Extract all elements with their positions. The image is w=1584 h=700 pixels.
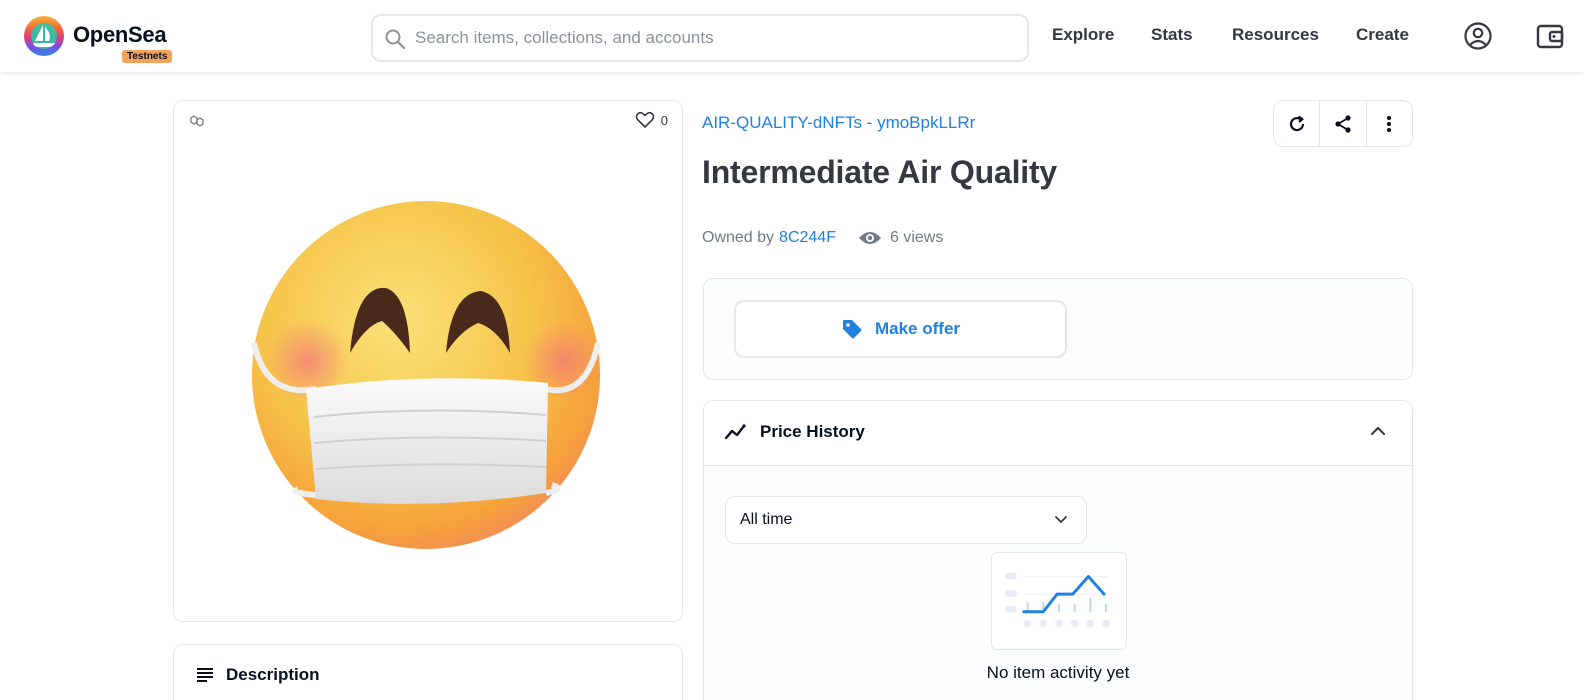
nav-create[interactable]: Create — [1356, 25, 1409, 45]
favorite-count: 0 — [660, 112, 668, 128]
asset-image-card: 0 — [173, 100, 683, 622]
heart-icon — [635, 111, 655, 128]
price-history-title: Price History — [760, 422, 865, 441]
refresh-metadata-button[interactable] — [1274, 101, 1321, 146]
brand-name[interactable]: OpenSea — [73, 22, 167, 48]
share-icon — [1335, 114, 1351, 133]
testnets-badge: Testnets — [122, 50, 173, 63]
description-icon — [197, 668, 213, 682]
tag-icon — [842, 320, 862, 339]
polygon-chain-icon[interactable] — [188, 113, 206, 129]
nav-stats[interactable]: Stats — [1151, 25, 1193, 45]
asset-action-group — [1273, 100, 1413, 147]
more-options-button[interactable] — [1367, 101, 1412, 146]
search-bar[interactable] — [371, 14, 1029, 62]
chevron-up-icon[interactable] — [1370, 425, 1386, 437]
mask-face-emoji-image — [251, 201, 604, 549]
eye-icon — [858, 232, 881, 244]
more-vertical-icon — [1387, 115, 1392, 132]
description-panel[interactable]: Description — [173, 644, 683, 700]
price-history-header[interactable]: Price History — [704, 401, 1412, 466]
account-icon[interactable] — [1463, 21, 1493, 51]
opensea-logo-icon[interactable] — [24, 16, 64, 56]
empty-chart-illustration — [991, 552, 1127, 650]
top-navigation-bar: OpenSea Testnets Explore Stats Resources… — [0, 0, 1584, 72]
time-range-value: All time — [740, 511, 793, 528]
trend-line-icon — [724, 424, 746, 440]
share-button[interactable] — [1320, 101, 1367, 146]
collection-link[interactable]: AIR-QUALITY-dNFTs - ymoBpkLLRr — [702, 113, 975, 133]
views-label: 6 views — [889, 229, 944, 246]
no-activity-message: No item activity yet — [986, 663, 1130, 682]
owner-row: Owned by 8C244F 6 views — [702, 229, 943, 247]
nav-explore[interactable]: Explore — [1052, 25, 1114, 45]
owned-by-label: Owned by — [702, 229, 775, 246]
views-count: 6 views — [858, 229, 943, 247]
search-icon — [385, 29, 406, 50]
make-offer-label: Make offer — [874, 319, 961, 338]
price-history-panel: Price History All time No item activity … — [703, 400, 1413, 700]
favorite-button[interactable]: 0 — [635, 111, 668, 129]
make-offer-button[interactable]: Make offer — [734, 300, 1067, 358]
chevron-down-icon — [1055, 516, 1067, 523]
refresh-icon — [1289, 115, 1304, 131]
time-range-select[interactable]: All time — [725, 496, 1087, 544]
description-title: Description — [226, 665, 320, 684]
offer-panel: Make offer — [703, 278, 1413, 380]
nav-resources[interactable]: Resources — [1232, 25, 1319, 45]
owner-link[interactable]: 8C244F — [779, 229, 836, 247]
search-input[interactable] — [415, 26, 1005, 50]
asset-title: Intermediate Air Quality — [702, 154, 1057, 190]
wallet-icon[interactable] — [1535, 21, 1565, 51]
